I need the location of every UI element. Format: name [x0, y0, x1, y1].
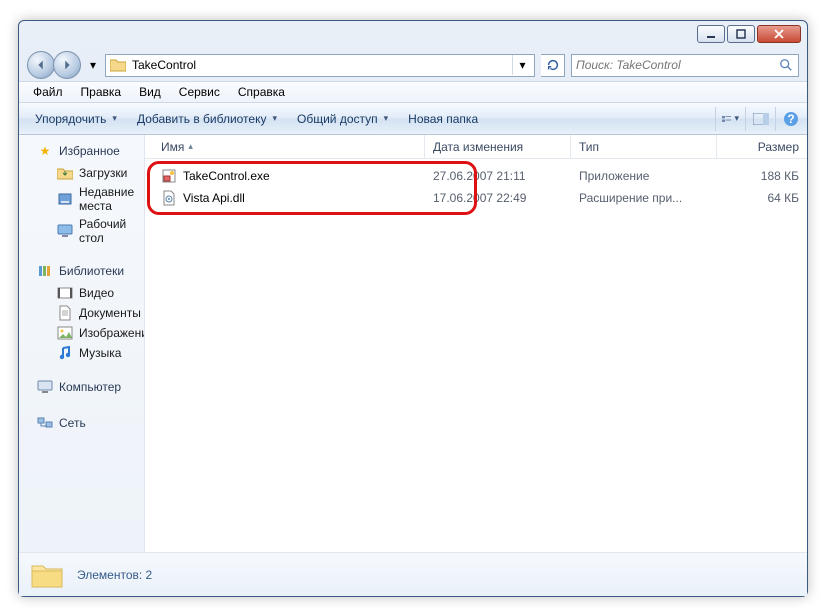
- titlebar: [19, 21, 807, 49]
- column-name[interactable]: Имя▴: [145, 135, 425, 158]
- sidebar-item-music[interactable]: Музыка: [19, 343, 144, 363]
- column-type[interactable]: Тип: [571, 135, 717, 158]
- maximize-button[interactable]: [727, 25, 755, 43]
- address-dropdown[interactable]: ▾: [512, 55, 532, 75]
- search-input[interactable]: [576, 58, 774, 72]
- minimize-button[interactable]: [697, 25, 725, 43]
- refresh-button[interactable]: [541, 54, 565, 77]
- forward-button[interactable]: [53, 51, 81, 79]
- sidebar-item-documents[interactable]: Документы: [19, 303, 144, 323]
- organize-button[interactable]: Упорядочить: [27, 108, 125, 130]
- network-icon: [37, 415, 53, 431]
- view-options-button[interactable]: ▾: [715, 107, 739, 131]
- sidebar-item-desktop[interactable]: Рабочий стол: [19, 215, 144, 247]
- address-text: TakeControl: [132, 58, 506, 72]
- file-row[interactable]: Vista Api.dll 17.06.2007 22:49 Расширени…: [145, 187, 807, 209]
- status-count: Элементов: 2: [77, 568, 152, 582]
- address-bar[interactable]: TakeControl ▾: [105, 54, 535, 77]
- desktop-icon: [57, 223, 73, 239]
- star-icon: ★: [37, 143, 53, 159]
- explorer-window: ▾ TakeControl ▾ Файл Правка Вид Сервис С…: [18, 20, 808, 597]
- column-headers: Имя▴ Дата изменения Тип Размер: [145, 135, 807, 159]
- details-pane: Элементов: 2: [19, 552, 807, 596]
- new-folder-button[interactable]: Новая папка: [400, 108, 486, 130]
- videos-icon: [57, 285, 73, 301]
- share-button[interactable]: Общий доступ: [289, 108, 396, 130]
- downloads-icon: [57, 165, 73, 181]
- body: ★Избранное Загрузки Недавние места Рабоч…: [19, 135, 807, 552]
- sort-asc-icon: ▴: [188, 141, 193, 152]
- computer-icon: [37, 379, 53, 395]
- menu-file[interactable]: Файл: [25, 83, 71, 101]
- svg-text:?: ?: [787, 112, 794, 126]
- menu-edit[interactable]: Правка: [73, 83, 130, 101]
- history-dropdown[interactable]: ▾: [87, 58, 99, 72]
- menu-view[interactable]: Вид: [131, 83, 169, 101]
- documents-icon: [57, 305, 73, 321]
- recent-icon: [57, 191, 73, 207]
- sidebar-item-videos[interactable]: Видео: [19, 283, 144, 303]
- folder-large-icon: [31, 559, 63, 591]
- folder-icon: [110, 57, 126, 73]
- include-button[interactable]: Добавить в библиотеку: [129, 108, 285, 130]
- file-list-pane: Имя▴ Дата изменения Тип Размер TakeContr…: [145, 135, 807, 552]
- file-row[interactable]: TakeControl.exe 27.06.2007 21:11 Приложе…: [145, 165, 807, 187]
- sidebar-favorites-header[interactable]: ★Избранное: [19, 141, 144, 163]
- column-date[interactable]: Дата изменения: [425, 135, 571, 158]
- sidebar-network-header[interactable]: Сеть: [19, 413, 144, 435]
- libraries-icon: [37, 263, 53, 279]
- menu-help[interactable]: Справка: [230, 83, 293, 101]
- sidebar-computer-header[interactable]: Компьютер: [19, 377, 144, 399]
- menu-bar: Файл Правка Вид Сервис Справка: [19, 81, 807, 103]
- back-button[interactable]: [27, 51, 55, 79]
- preview-pane-button[interactable]: [745, 107, 769, 131]
- navigation-pane: ★Избранное Загрузки Недавние места Рабоч…: [19, 135, 145, 552]
- exe-icon: [161, 168, 177, 184]
- sidebar-item-pictures[interactable]: Изображения: [19, 323, 144, 343]
- close-button[interactable]: [757, 25, 801, 43]
- sidebar-libraries-header[interactable]: Библиотеки: [19, 261, 144, 283]
- sidebar-item-recent[interactable]: Недавние места: [19, 183, 144, 215]
- help-button[interactable]: ?: [775, 107, 799, 131]
- search-icon: [778, 57, 794, 73]
- menu-tools[interactable]: Сервис: [171, 83, 228, 101]
- command-bar: Упорядочить Добавить в библиотеку Общий …: [19, 103, 807, 135]
- music-icon: [57, 345, 73, 361]
- dll-icon: [161, 190, 177, 206]
- pictures-icon: [57, 325, 73, 341]
- sidebar-item-downloads[interactable]: Загрузки: [19, 163, 144, 183]
- search-box[interactable]: [571, 54, 799, 77]
- navigation-bar: ▾ TakeControl ▾: [19, 49, 807, 81]
- file-list: TakeControl.exe 27.06.2007 21:11 Приложе…: [145, 159, 807, 215]
- column-size[interactable]: Размер: [717, 135, 807, 158]
